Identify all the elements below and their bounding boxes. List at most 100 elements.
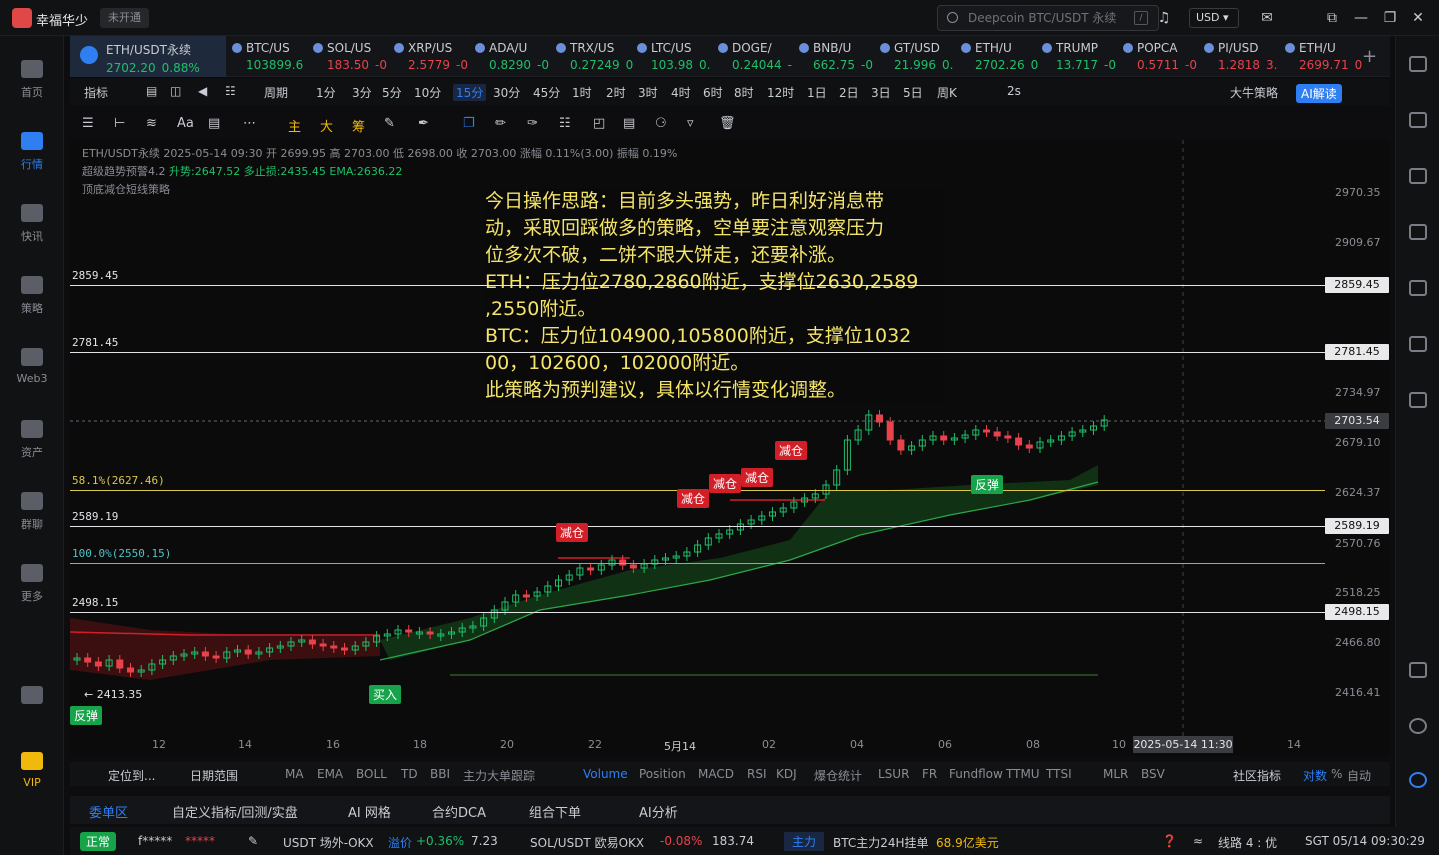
ticker-tab[interactable]: ETH/U 2702.26 0	[959, 36, 1040, 77]
ticker-tab[interactable]: PI/USD 1.2818 3.	[1202, 36, 1283, 77]
indicator-option[interactable]: MACD	[698, 767, 734, 781]
lock-icon[interactable]: ◰	[593, 116, 605, 131]
chip-tool[interactable]: 筹	[352, 116, 365, 135]
popout-icon[interactable]: ⧉	[1323, 9, 1341, 27]
refresh-interval[interactable]: 2s	[1007, 84, 1021, 98]
log-scale-toggle[interactable]: 对数	[1303, 767, 1327, 784]
timeframe-option[interactable]: 4时	[671, 84, 691, 101]
indicator-option[interactable]: BBI	[430, 767, 450, 781]
add-ticker-icon[interactable]: +	[1362, 46, 1377, 67]
timeframe-option[interactable]: 15分	[453, 84, 487, 101]
nav-item[interactable]: 快讯	[0, 204, 64, 244]
indicator-option[interactable]: KDJ	[776, 767, 797, 781]
magnet-icon[interactable]: ⚆	[655, 116, 667, 131]
pencil-icon[interactable]: ✏	[495, 116, 506, 131]
filter-icon[interactable]: ▿	[687, 116, 694, 131]
login-badge[interactable]: 未开通	[100, 8, 149, 28]
big-tool[interactable]: 大	[320, 116, 333, 135]
ticker-tab[interactable]: XRP/US 2.5779 -0	[392, 36, 473, 77]
headset-icon[interactable]	[1409, 718, 1427, 734]
indicator-option[interactable]: FR	[922, 767, 937, 781]
search-input[interactable]: Deepcoin BTC/USDT 永续 /	[937, 5, 1159, 31]
candle-icon[interactable]: ☷	[559, 116, 571, 131]
ruler-tool-icon[interactable]: ▤	[208, 116, 220, 131]
ticker-tab[interactable]: SOL/US 183.50 -0	[311, 36, 392, 77]
bottom-tab[interactable]: 合约DCA	[432, 802, 486, 821]
timeframe-option[interactable]: 5日	[903, 84, 923, 101]
eraser-icon[interactable]: ✑	[527, 116, 538, 131]
close-icon[interactable]: ✕	[1409, 9, 1427, 27]
trash-icon[interactable]: 🗑	[719, 116, 736, 131]
timeframe-option[interactable]: 10分	[414, 84, 441, 101]
menu-icon[interactable]: ☰	[82, 116, 94, 131]
nav-item[interactable]: 首页	[0, 60, 64, 100]
timeframe-option[interactable]: 周期	[264, 84, 288, 101]
ticker-tab[interactable]: GT/USD 21.996 0.	[878, 36, 959, 77]
note-icon[interactable]: ▤	[623, 116, 635, 131]
assistant-icon[interactable]	[1409, 772, 1427, 788]
horizontal-line[interactable]	[70, 612, 1325, 613]
indicator-option[interactable]: TTSI	[1046, 767, 1072, 781]
nav-item[interactable]	[0, 686, 64, 710]
timeframe-option[interactable]: 1时	[572, 84, 592, 101]
bell-icon[interactable]: ♫	[1155, 9, 1173, 27]
signal-icon[interactable]	[1409, 224, 1427, 240]
timeframe-option[interactable]: 12时	[767, 84, 794, 101]
ticker-tab[interactable]: DOGE/0.24044-	[716, 36, 797, 77]
horizontal-line[interactable]	[70, 526, 1325, 527]
edit-icon[interactable]: ✎	[248, 834, 258, 848]
hline-tool-icon[interactable]: ⊢	[114, 116, 125, 131]
horizontal-line[interactable]	[70, 352, 1325, 353]
ticker-tab[interactable]: BNB/U 662.75 -0	[797, 36, 878, 77]
timeframe-option[interactable]: 指标	[84, 84, 108, 101]
bottom-tab[interactable]: AI 网格	[348, 802, 391, 821]
community-indicators-button[interactable]: 社区指标	[1233, 767, 1281, 784]
indicator-option[interactable]: EMA	[317, 767, 343, 781]
indicator-option[interactable]: Position	[639, 767, 686, 781]
currency-select[interactable]: USD ▾	[1189, 8, 1239, 28]
date-range-select[interactable]: 日期范围	[190, 767, 238, 784]
edit-icon[interactable]: ✎	[384, 116, 395, 131]
indicator-option[interactable]: 主力大单跟踪	[463, 767, 535, 784]
trend-tool-icon[interactable]: ≋	[146, 116, 157, 131]
ticker-tab[interactable]: TRUMP 13.717 -0	[1040, 36, 1121, 77]
timeframe-option[interactable]: 周K	[937, 84, 957, 101]
rewind-icon[interactable]: ◀	[198, 84, 207, 98]
price-chart[interactable]: ETH/USDT永续 2025-05-14 09:30 开 2699.95 高 …	[70, 140, 1390, 756]
order-icon[interactable]	[1409, 392, 1427, 408]
ai-explain-button[interactable]: AI解读	[1296, 84, 1342, 103]
mail-icon[interactable]: ✉	[1258, 9, 1276, 27]
ticker-tab[interactable]: ETH/U 2699.71 0	[1283, 36, 1364, 77]
indicator-option[interactable]: MA	[285, 767, 304, 781]
timeframe-option[interactable]: 2日	[839, 84, 859, 101]
indicator-option[interactable]: TTMU	[1006, 767, 1040, 781]
ticker-tab[interactable]: BTC/US 103899.6	[230, 36, 311, 77]
timeframe-option[interactable]: 2时	[606, 84, 626, 101]
timeframe-option[interactable]: 3分	[352, 84, 372, 101]
chart-type-icon[interactable]: ☷	[225, 84, 236, 98]
copy-icon[interactable]: ❐	[463, 116, 475, 131]
monitor-icon[interactable]	[1409, 280, 1427, 296]
indicator-option[interactable]: Volume	[583, 767, 628, 781]
indicator-option[interactable]: 爆仓统计	[814, 767, 862, 784]
line-status[interactable]: 线路 4 : 优	[1218, 834, 1277, 851]
text-tool-icon[interactable]: Aa	[177, 116, 194, 131]
auto-scale-toggle[interactable]: 自动	[1347, 767, 1371, 784]
main-tool[interactable]: 主	[288, 116, 301, 135]
timeframe-option[interactable]: 1分	[316, 84, 336, 101]
nav-item[interactable]: 群聊	[0, 492, 64, 532]
ticker-tab[interactable]: ETH/USDT永续 2702.20 0.88%	[70, 36, 226, 77]
maximize-icon[interactable]: ❐	[1381, 9, 1399, 27]
timeframe-option[interactable]: 45分	[533, 84, 560, 101]
timeframe-option[interactable]: 1日	[807, 84, 827, 101]
timeframe-option[interactable]: 8时	[734, 84, 754, 101]
brush-icon[interactable]: ✒	[418, 116, 429, 131]
more-tools-icon[interactable]: ⋯	[243, 116, 256, 131]
card-icon[interactable]	[1409, 336, 1427, 352]
layout-icon[interactable]	[1409, 662, 1427, 678]
indicator-option[interactable]: BOLL	[356, 767, 387, 781]
ticker-tab[interactable]: POPCA 0.5711 -0	[1121, 36, 1202, 77]
bottom-tab[interactable]: AI分析	[639, 802, 678, 821]
horizontal-line[interactable]	[70, 563, 1325, 564]
timeframe-option[interactable]: 5分	[382, 84, 402, 101]
